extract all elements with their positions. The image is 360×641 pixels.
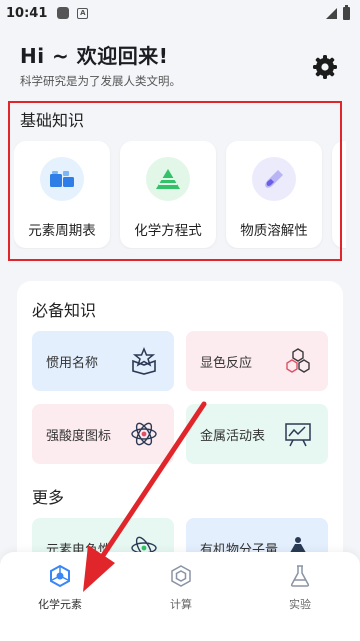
bottom-nav: 化学元素 计算 实验 <box>0 552 360 641</box>
greeting-subtitle: 科学研究是为了发展人类文明。 <box>20 74 181 88</box>
nav-chemical-elements[interactable]: 化学元素 <box>20 564 100 620</box>
card-partial[interactable]: 摩 <box>332 141 346 248</box>
card-label: 物质溶解性 <box>240 223 308 239</box>
settings-button[interactable] <box>311 53 339 81</box>
tile-label: 显色反应 <box>200 356 253 371</box>
more-title: 更多 <box>32 488 65 507</box>
essential-knowledge-title: 必备知识 <box>32 301 97 320</box>
book-star-icon <box>132 347 156 375</box>
equation-icon <box>146 157 190 201</box>
nav-label: 实验 <box>289 598 311 611</box>
notification-icon <box>57 7 70 19</box>
tile-color-reaction[interactable]: 显色反应 <box>186 331 328 391</box>
card-chemical-equation[interactable]: 化学方程式 <box>120 141 216 248</box>
status-time: 10:41 <box>6 5 48 21</box>
status-right-icons <box>326 4 350 20</box>
molecule-icon <box>286 348 310 373</box>
tile-label: 金属活动表 <box>200 429 266 444</box>
status-bar: 10:41 A <box>0 0 360 26</box>
card-solubility[interactable]: 物质溶解性 <box>226 141 322 248</box>
nav-calculate[interactable]: 计算 <box>141 564 221 620</box>
element-icon <box>50 564 70 588</box>
tile-metal-activity[interactable]: 金属活动表 <box>186 404 328 464</box>
nav-label: 计算 <box>170 598 192 611</box>
tile-label: 强酸度图标 <box>46 429 112 444</box>
flask-icon <box>290 565 310 587</box>
chart-board-icon <box>285 423 311 447</box>
tile-acidity-chart[interactable]: 强酸度图标 <box>32 404 174 464</box>
periodic-table-icon <box>40 157 84 201</box>
basic-knowledge-row: 元素周期表 化学方程式 物质溶解性 摩 <box>14 141 346 249</box>
greeting-title: Hi ~ 欢迎回来! <box>20 44 169 68</box>
nav-label: 化学元素 <box>38 598 82 611</box>
app-badge-icon: A <box>77 7 89 19</box>
card-label: 化学方程式 <box>134 223 202 239</box>
signal-icon <box>326 7 337 19</box>
card-label: 摩 <box>332 219 346 239</box>
tile-common-names[interactable]: 惯用名称 <box>32 331 174 391</box>
solubility-icon <box>252 157 296 201</box>
calculate-icon <box>171 565 191 587</box>
gear-icon <box>313 55 337 79</box>
tile-label: 惯用名称 <box>46 356 99 371</box>
atom-icon <box>131 422 157 446</box>
battery-icon <box>343 4 350 20</box>
basic-knowledge-title: 基础知识 <box>20 111 85 130</box>
nav-experiment[interactable]: 实验 <box>260 564 340 620</box>
card-periodic-table[interactable]: 元素周期表 <box>14 141 110 248</box>
knowledge-panel: 必备知识 惯用名称 显色反应 强酸度图标 金属活动表 更多 元素电负性 有机物分… <box>17 281 343 581</box>
card-label: 元素周期表 <box>28 223 96 239</box>
